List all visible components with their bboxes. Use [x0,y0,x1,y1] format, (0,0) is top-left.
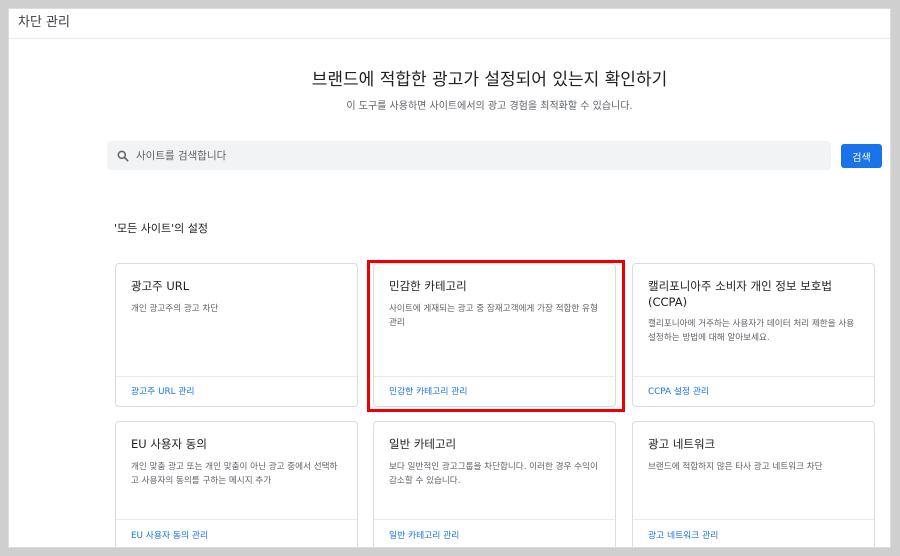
card-description: 보다 일반적인 광고그룹을 차단합니다. 이러한 경우 수익이 감소할 수 있습… [389,462,598,486]
card-general-categories: 일반 카테고리 보다 일반적인 광고그룹을 차단합니다. 이러한 경우 수익이 … [373,421,616,547]
manage-ad-networks-link[interactable]: 광고 네트워크 관리 [648,528,718,541]
card-eu-consent: EU 사용자 동의 개인 맞춤 광고 또는 개인 맞춤이 아닌 광고 중에서 선… [115,421,358,547]
card-description: 개인 맞춤 광고 또는 개인 맞춤이 아닌 광고 중에서 선택하고 사용자의 동… [131,462,338,486]
card-title: 광고 네트워크 [648,437,716,451]
hero-subtitle: 이 도구를 사용하면 사이트에서의 광고 경험을 최적화할 수 있습니다. [346,101,633,112]
card-divider [116,376,357,377]
manage-general-categories-link[interactable]: 일반 카테고리 관리 [389,528,459,541]
card-divider [633,519,874,520]
card-advertiser-url: 광고주 URL 개인 광고주의 광고 차단 광고주 URL 관리 [115,263,358,407]
app-frame: 차단 관리 브랜드에 적합한 광고가 설정되어 있는지 확인하기 이 도구를 사… [8,8,891,548]
search-button[interactable]: 검색 [841,144,882,168]
card-sensitive-categories: 민감한 카테고리 사이트에 게재되는 광고 중 잠재고객에게 가장 적합한 유형… [373,263,616,407]
search-box[interactable] [107,141,831,170]
manage-advertiser-url-link[interactable]: 광고주 URL 관리 [131,384,195,397]
card-title: 캘리포니아주 소비자 개인 정보 보호법 (CCPA) [648,279,832,309]
card-title: 광고주 URL [131,279,190,293]
card-title: 일반 카테고리 [389,437,457,451]
card-divider [633,376,874,377]
hero-title: 브랜드에 적합한 광고가 설정되어 있는지 확인하기 [311,70,668,90]
card-divider [116,519,357,520]
card-ad-networks: 광고 네트워크 브랜드에 적합하지 않은 타사 광고 네트워크 차단 광고 네트… [632,421,875,547]
card-description: 개인 광고주의 광고 차단 [131,304,219,314]
page-title: 차단 관리 [18,15,70,30]
card-description: 브랜드에 적합하지 않은 타사 광고 네트워크 차단 [648,462,823,472]
search-icon [117,150,129,161]
manage-eu-consent-link[interactable]: EU 사용자 동의 관리 [131,528,208,541]
card-title: 민감한 카테고리 [389,279,467,293]
manage-sensitive-categories-link[interactable]: 민감한 카테고리 관리 [389,384,467,397]
card-divider [374,519,615,520]
card-description: 사이트에 게재되는 광고 중 잠재고객에게 가장 적합한 유형 관리 [389,304,598,328]
search-input[interactable] [136,149,796,162]
card-description: 캘리포니아에 거주하는 사용자가 데이터 처리 제한을 사용 설정하는 방법에 … [648,319,855,343]
header-bar: 차단 관리 [9,9,890,39]
section-label: '모든 사이트'의 설정 [114,222,209,235]
manage-ccpa-link[interactable]: CCPA 설정 관리 [648,384,709,397]
card-divider [374,376,615,377]
card-title: EU 사용자 동의 [131,437,207,451]
card-ccpa: 캘리포니아주 소비자 개인 정보 보호법 (CCPA) 캘리포니아에 거주하는 … [632,263,875,407]
